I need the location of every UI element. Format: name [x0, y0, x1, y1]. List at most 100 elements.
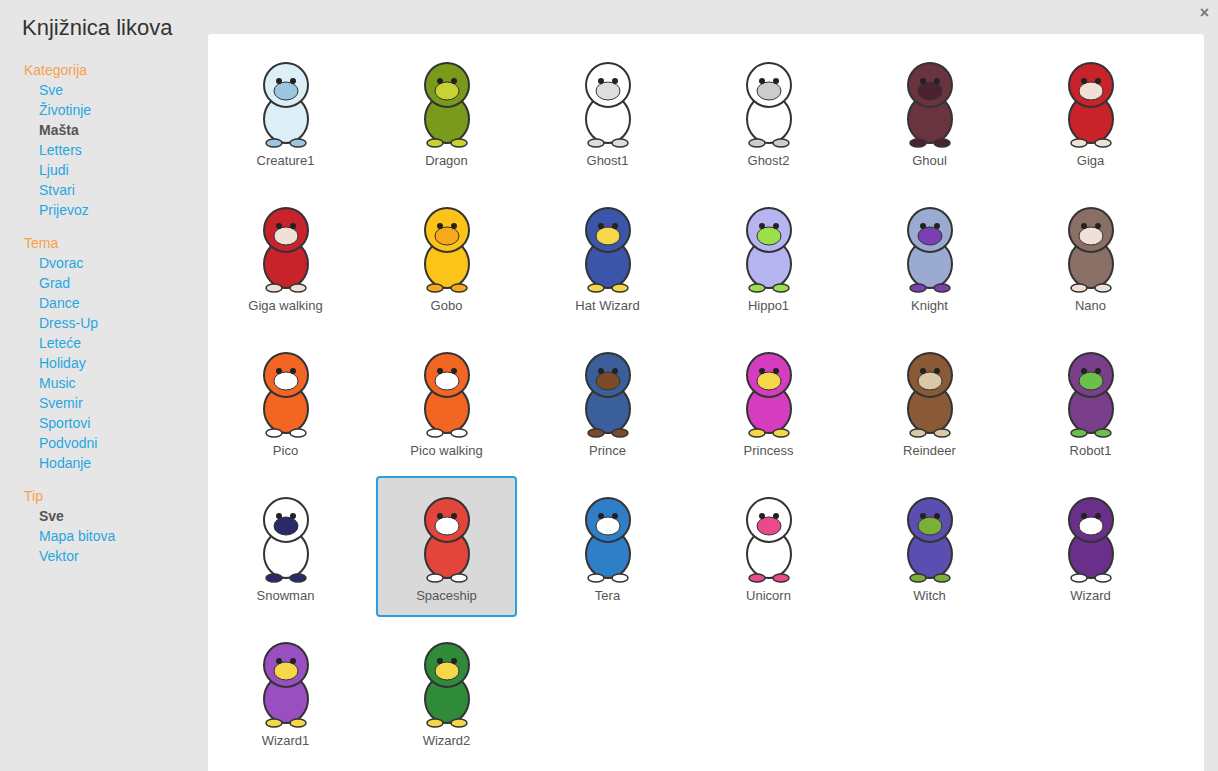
- sprite-name: Dragon: [378, 153, 515, 169]
- sprite-name: Knight: [861, 298, 998, 314]
- dialog-title: Knjižnica likova: [0, 0, 172, 34]
- filter-item[interactable]: Sve: [0, 506, 208, 526]
- sprite-tile[interactable]: Gobo: [376, 186, 517, 327]
- sprite-icon: [558, 339, 658, 439]
- filter-item[interactable]: Vektor: [0, 546, 208, 566]
- sprite-tile[interactable]: Hippo1: [698, 186, 839, 327]
- filter-sidebar: KategorijaSveŽivotinjeMaštaLettersLjudiS…: [0, 34, 208, 771]
- sprite-name: Prince: [539, 443, 676, 459]
- sprite-tile[interactable]: Spaceship: [376, 476, 517, 617]
- filter-item[interactable]: Sportovi: [0, 413, 208, 433]
- sprite-name: Snowman: [217, 588, 354, 604]
- sprite-tile[interactable]: Prince: [537, 331, 678, 472]
- dialog-header: Knjižnica likova ×: [0, 0, 1218, 34]
- sprite-tile[interactable]: Giga walking: [215, 186, 356, 327]
- filter-item[interactable]: Dance: [0, 293, 208, 313]
- sprite-icon: [719, 484, 819, 584]
- sprite-icon: [880, 49, 980, 149]
- sprite-tile[interactable]: Wizard: [1020, 476, 1161, 617]
- sprite-icon: [397, 339, 497, 439]
- sprite-icon: [236, 484, 336, 584]
- filter-item[interactable]: Prijevoz: [0, 200, 208, 220]
- filter-item[interactable]: Mašta: [0, 120, 208, 140]
- sprite-name: Wizard: [1022, 588, 1159, 604]
- filter-item[interactable]: Leteće: [0, 333, 208, 353]
- sprite-icon: [880, 484, 980, 584]
- sprite-icon: [880, 194, 980, 294]
- sprite-name: Spaceship: [378, 588, 515, 604]
- sprite-name: Hippo1: [700, 298, 837, 314]
- sprite-icon: [236, 49, 336, 149]
- sprite-name: Ghoul: [861, 153, 998, 169]
- sprite-name: Hat Wizard: [539, 298, 676, 314]
- sprite-tile[interactable]: Ghost1: [537, 41, 678, 182]
- sprite-name: Ghost1: [539, 153, 676, 169]
- filter-item[interactable]: Mapa bitova: [0, 526, 208, 546]
- filter-item[interactable]: Podvodni: [0, 433, 208, 453]
- sprite-tile[interactable]: Dragon: [376, 41, 517, 182]
- sprite-tile[interactable]: Reindeer: [859, 331, 1000, 472]
- sprite-tile[interactable]: Pico: [215, 331, 356, 472]
- sprite-name: Gobo: [378, 298, 515, 314]
- sprite-icon: [397, 194, 497, 294]
- sprite-icon: [236, 629, 336, 729]
- sprite-name: Unicorn: [700, 588, 837, 604]
- sprite-tile[interactable]: Hat Wizard: [537, 186, 678, 327]
- sprite-name: Giga: [1022, 153, 1159, 169]
- sprite-icon: [719, 49, 819, 149]
- sprite-name: Robot1: [1022, 443, 1159, 459]
- filter-item[interactable]: Stvari: [0, 180, 208, 200]
- sprite-name: Giga walking: [217, 298, 354, 314]
- sprite-name: Witch: [861, 588, 998, 604]
- sprite-tile[interactable]: Tera: [537, 476, 678, 617]
- sprite-tile[interactable]: Snowman: [215, 476, 356, 617]
- sprite-icon: [1041, 339, 1141, 439]
- section-heading: Tip: [0, 486, 208, 506]
- sprite-icon: [719, 339, 819, 439]
- sprite-tile[interactable]: Knight: [859, 186, 1000, 327]
- sprite-tile[interactable]: Pico walking: [376, 331, 517, 472]
- sprite-icon: [558, 194, 658, 294]
- sprite-tile[interactable]: Robot1: [1020, 331, 1161, 472]
- sprite-tile[interactable]: Nano: [1020, 186, 1161, 327]
- sprite-name: Tera: [539, 588, 676, 604]
- filter-item[interactable]: Holiday: [0, 353, 208, 373]
- sprite-panel: Creature1 Dragon Ghost1 Ghost2 Ghoul Giga Giga…: [208, 34, 1204, 771]
- sprite-grid: Creature1 Dragon Ghost1 Ghost2 Ghoul Giga Giga…: [208, 34, 1204, 762]
- sprite-tile[interactable]: Unicorn: [698, 476, 839, 617]
- filter-item[interactable]: Dvorac: [0, 253, 208, 273]
- sprite-name: Reindeer: [861, 443, 998, 459]
- sprite-tile[interactable]: Ghoul: [859, 41, 1000, 182]
- sprite-icon: [558, 484, 658, 584]
- filter-item[interactable]: Hodanje: [0, 453, 208, 473]
- sprite-name: Wizard1: [217, 733, 354, 749]
- sprite-tile[interactable]: Witch: [859, 476, 1000, 617]
- sprite-icon: [558, 49, 658, 149]
- sprite-tile[interactable]: Wizard2: [376, 621, 517, 762]
- sprite-icon: [397, 629, 497, 729]
- filter-item[interactable]: Sve: [0, 80, 208, 100]
- sprite-name: Nano: [1022, 298, 1159, 314]
- filter-item[interactable]: Ljudi: [0, 160, 208, 180]
- filter-item[interactable]: Letters: [0, 140, 208, 160]
- filter-item[interactable]: Music: [0, 373, 208, 393]
- sprite-icon: [397, 484, 497, 584]
- sprite-icon: [397, 49, 497, 149]
- sprite-tile[interactable]: Wizard1: [215, 621, 356, 762]
- sprite-name: Ghost2: [700, 153, 837, 169]
- filter-item[interactable]: Životinje: [0, 100, 208, 120]
- sprite-tile[interactable]: Princess: [698, 331, 839, 472]
- sprite-tile[interactable]: Creature1: [215, 41, 356, 182]
- sprite-icon: [719, 194, 819, 294]
- sprite-icon: [236, 339, 336, 439]
- sprite-name: Pico walking: [378, 443, 515, 459]
- close-button[interactable]: ×: [1200, 0, 1218, 34]
- filter-item[interactable]: Svemir: [0, 393, 208, 413]
- sprite-tile[interactable]: Giga: [1020, 41, 1161, 182]
- sprite-icon: [1041, 49, 1141, 149]
- filter-item[interactable]: Grad: [0, 273, 208, 293]
- sprite-name: Pico: [217, 443, 354, 459]
- sprite-tile[interactable]: Ghost2: [698, 41, 839, 182]
- sprite-name: Creature1: [217, 153, 354, 169]
- filter-item[interactable]: Dress-Up: [0, 313, 208, 333]
